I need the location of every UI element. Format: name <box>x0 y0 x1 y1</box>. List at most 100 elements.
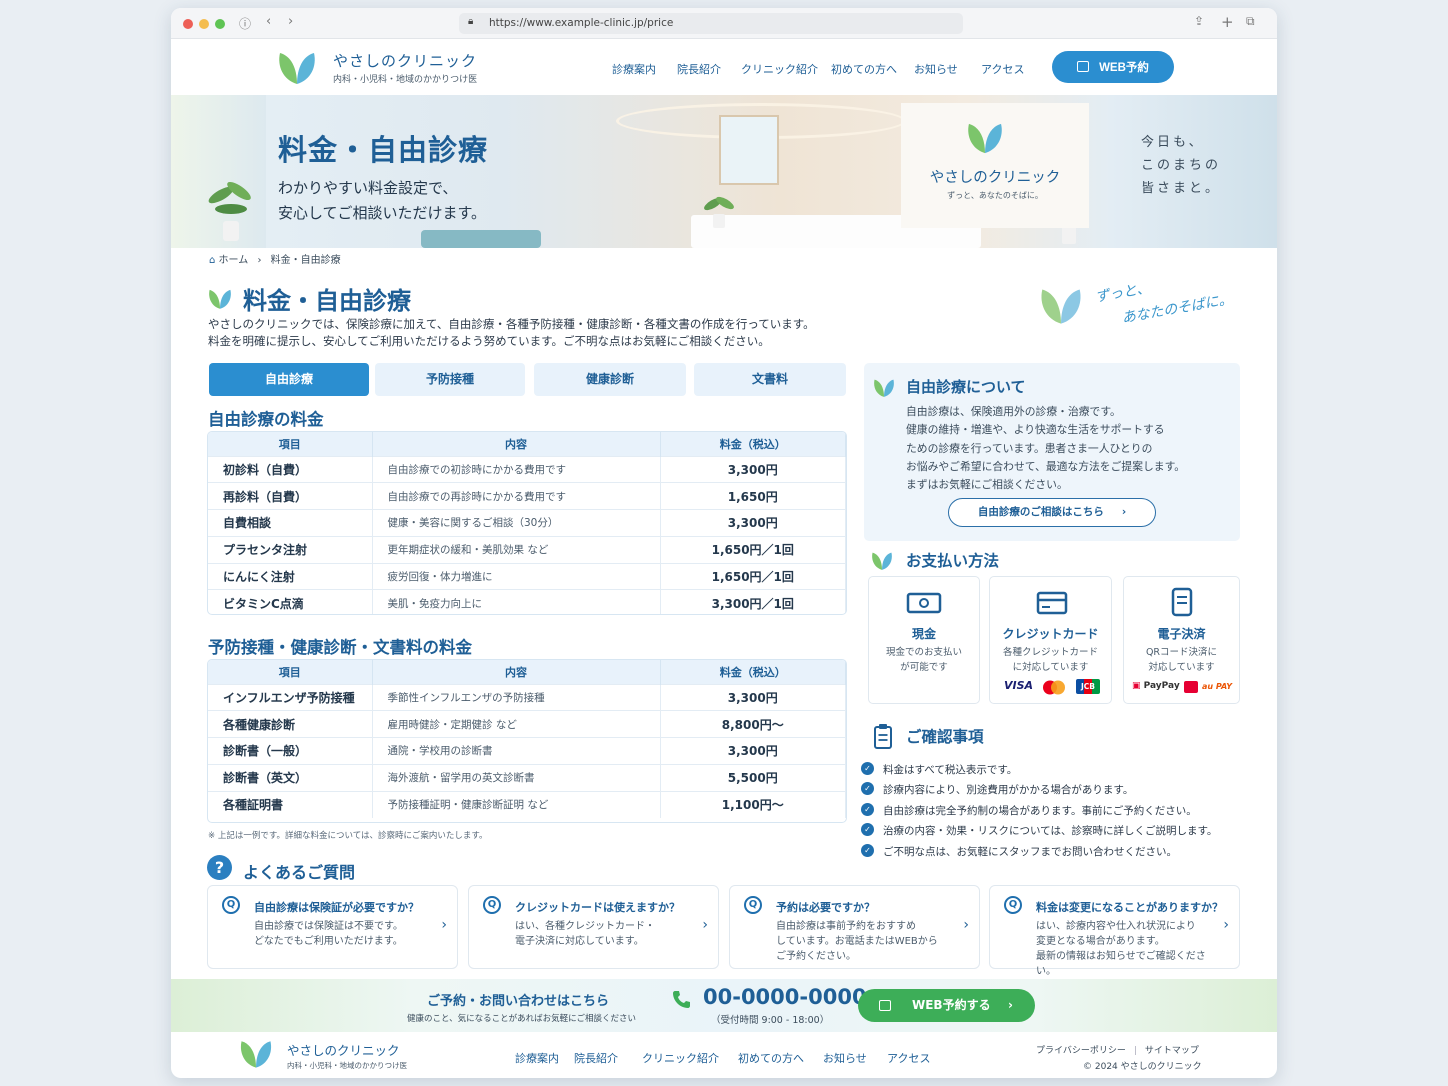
footer-logo-icon[interactable] <box>239 1038 273 1070</box>
item-cell: 初診料（自費） <box>208 455 373 483</box>
footer-nav-first-visit[interactable]: 初めての方へ <box>738 1050 804 1066</box>
price-cell: 3,300円 <box>660 683 846 711</box>
handwriting-1: ずっと、 <box>1094 280 1152 306</box>
payment-desc: 各種クレジットカード に対応しています <box>1002 647 1098 673</box>
price-cell: 3,300円 <box>660 509 846 537</box>
paypay-label: PayPay <box>1143 681 1180 691</box>
footer-nav-news[interactable]: お知らせ <box>823 1050 867 1066</box>
confirm-title: ご確認事項 <box>906 728 984 746</box>
free-treatment-price-heading: 自由診療の料金 <box>208 410 324 429</box>
item-cell: インフルエンザ予防接種 <box>208 683 373 711</box>
table-row: プラセンタ注射 更年期症状の緩和・美肌効果 など 1,650円／1回 <box>208 535 846 564</box>
about-line: ための診療を行っています。患者さま一人ひとりの <box>906 441 1153 455</box>
footer-clinic-name[interactable]: やさしのクリニック <box>287 1040 400 1059</box>
tab-health-checkup[interactable]: 健康診断 <box>534 363 686 396</box>
breadcrumb-home[interactable]: ホーム <box>219 255 249 266</box>
check-icon: ✓ <box>861 762 874 775</box>
nav-news[interactable]: お知らせ <box>914 61 958 77</box>
address-bar[interactable]: 🔒︎ https://www.example-clinic.jp/price <box>459 13 963 34</box>
item-cell: 自費相談 <box>208 509 373 537</box>
browser-toolbar: ⓘ ‹ › 🔒︎ https://www.example-clinic.jp/p… <box>171 8 1277 39</box>
footer-nav-clinic[interactable]: クリニック紹介 <box>642 1050 719 1066</box>
footer-nav-access[interactable]: アクセス <box>887 1050 930 1066</box>
nav-director[interactable]: 院長紹介 <box>677 61 721 77</box>
close-window-button[interactable] <box>183 19 193 29</box>
confirm-item: ✓ 治療の内容・効果・リスクについては、診察時に詳しくご説明します。 <box>861 823 1217 838</box>
faq-item[interactable]: Q 自由診療は保険証が必要ですか？ 自由診療では保険証は不要です。 どなたでもご… <box>207 885 458 969</box>
price-cell: 1,650円 <box>660 482 846 510</box>
paypay-logo: ▣ PayPay <box>1132 681 1180 691</box>
confirm-item-text: ご不明な点は、お気軽にスタッフまでお問い合わせください。 <box>883 846 1177 858</box>
payment-title: お支払い方法 <box>906 552 1000 570</box>
table-header: 料金（税込） <box>660 660 846 684</box>
content-cell: 予防接種証明・健康診断証明 など <box>372 790 661 818</box>
leaf-icon <box>209 289 231 309</box>
cta-hours: （受付時間 9:00 - 18:00） <box>711 1015 830 1026</box>
nav-clinic[interactable]: クリニック紹介 <box>741 61 818 77</box>
new-tab-icon[interactable]: + <box>1221 13 1234 31</box>
footer-legal-links: プライバシーポリシー | サイトマップ <box>1036 1043 1199 1056</box>
table-row: ビタミンC点滴 美肌・免疫力向上に 3,300円／1回 <box>208 589 846 614</box>
content-cell: 自由診療での再診時にかかる費用です <box>372 482 661 510</box>
table-header: 項目 <box>208 432 373 456</box>
breadcrumb: ⌂ ホーム › 料金・自由診療 <box>209 251 341 266</box>
payment-name: 電子決済 <box>1157 627 1206 641</box>
item-cell: にんにく注射 <box>208 562 373 590</box>
table-row: 診断書（英文） 海外渡航・留学用の英文診断書 5,500円 <box>208 763 846 792</box>
home-icon[interactable]: ⌂ <box>209 255 215 266</box>
table-header: 内容 <box>372 660 661 684</box>
back-arrow-icon[interactable]: ‹ <box>266 14 271 29</box>
consult-free-treatment-button[interactable]: 自由診療のご相談はこちら › <box>948 498 1156 527</box>
mastercard-logo-icon <box>1043 680 1065 695</box>
footer-nav-director[interactable]: 院長紹介 <box>574 1050 618 1066</box>
clinic-name[interactable]: やさしのクリニック <box>333 50 477 71</box>
question-icon: ? <box>207 855 232 880</box>
footer-nav-services[interactable]: 診療案内 <box>515 1050 559 1066</box>
sign-logo-icon <box>968 123 1002 154</box>
cta-subtitle: 健康のこと、気になることがあればお気軽にご相談ください <box>407 1014 636 1024</box>
cta-phone[interactable]: 00-0000-0000 <box>703 985 867 1009</box>
leaf-icon <box>872 552 892 570</box>
clinic-logo-icon[interactable] <box>277 50 317 86</box>
q-icon: Q <box>222 896 240 914</box>
faq-question: クレジットカードは使えますか？ <box>515 901 680 914</box>
plant-left-icon <box>208 181 251 241</box>
nav-services[interactable]: 診療案内 <box>612 61 656 77</box>
sitemap-link[interactable]: サイトマップ <box>1145 1046 1199 1056</box>
cta-web-reservation-button[interactable]: WEB予約する › <box>858 989 1035 1022</box>
table-row: 初診料（自費） 自由診療での初診時にかかる費用です 3,300円 <box>208 455 846 483</box>
paypay-mark-icon: ▣ <box>1132 681 1141 691</box>
zoom-window-button[interactable] <box>215 19 225 29</box>
payment-name: 現金 <box>911 627 936 641</box>
cash-icon <box>906 592 942 614</box>
privacy-policy-link[interactable]: プライバシーポリシー <box>1036 1046 1126 1056</box>
share-icon[interactable]: ⇪ <box>1194 14 1204 28</box>
tabs-overview-icon[interactable]: ⧉ <box>1246 14 1255 29</box>
tab-documents[interactable]: 文書料 <box>694 363 846 396</box>
nav-first-visit[interactable]: 初めての方へ <box>831 61 897 77</box>
about-line: まずはお気軽にご相談ください。 <box>906 478 1068 492</box>
item-cell: 診断書（英文） <box>208 763 373 792</box>
jcb-logo: JCB <box>1076 679 1100 694</box>
faq-item[interactable]: Q クレジットカードは使えますか？ はい、各種クレジットカード・ 電子決済に対応… <box>468 885 719 969</box>
faq-item[interactable]: Q 予約は必要ですか？ 自由診療は事前予約をおすすめ しています。お電話またはW… <box>729 885 980 969</box>
tab-vaccination[interactable]: 予防接種 <box>375 363 525 396</box>
footer-tagline: 内科・小児科・地域のかかりつけ医 <box>287 1061 408 1070</box>
faq-item[interactable]: Q 料金は変更になることがありますか？ はい、診療内容や仕入れ状況により 変更と… <box>989 885 1240 977</box>
site-header: やさしのクリニック 内科・小児科・地域のかかりつけ医 診療案内 院長紹介 クリニ… <box>171 39 1277 95</box>
about-free-treatment-box: 自由診療について 自由診療は、保険適用外の診療・治療です。 健康の維持・増進や、… <box>864 363 1240 541</box>
faq-question: 料金は変更になることがありますか？ <box>1036 901 1223 914</box>
calendar-icon <box>1077 61 1090 72</box>
web-reservation-button[interactable]: WEB予約 <box>1052 51 1174 83</box>
tab-free-treatment[interactable]: 自由診療 <box>209 363 369 396</box>
web-reservation-label: WEB予約 <box>1099 62 1149 74</box>
check-icon: ✓ <box>861 803 874 816</box>
faq-question: 自由診療は保険証が必要ですか？ <box>254 901 419 914</box>
phone-payment-icon <box>1171 587 1193 617</box>
confirm-item-text: 診療内容により、別途費用がかかる場合があります。 <box>883 784 1134 796</box>
forward-arrow-icon[interactable]: › <box>288 14 293 29</box>
other-price-heading: 予防接種・健康診断・文書料の料金 <box>208 638 472 657</box>
nav-access[interactable]: アクセス <box>981 61 1024 77</box>
privacy-icon[interactable]: ⓘ <box>239 15 251 32</box>
minimize-window-button[interactable] <box>199 19 209 29</box>
